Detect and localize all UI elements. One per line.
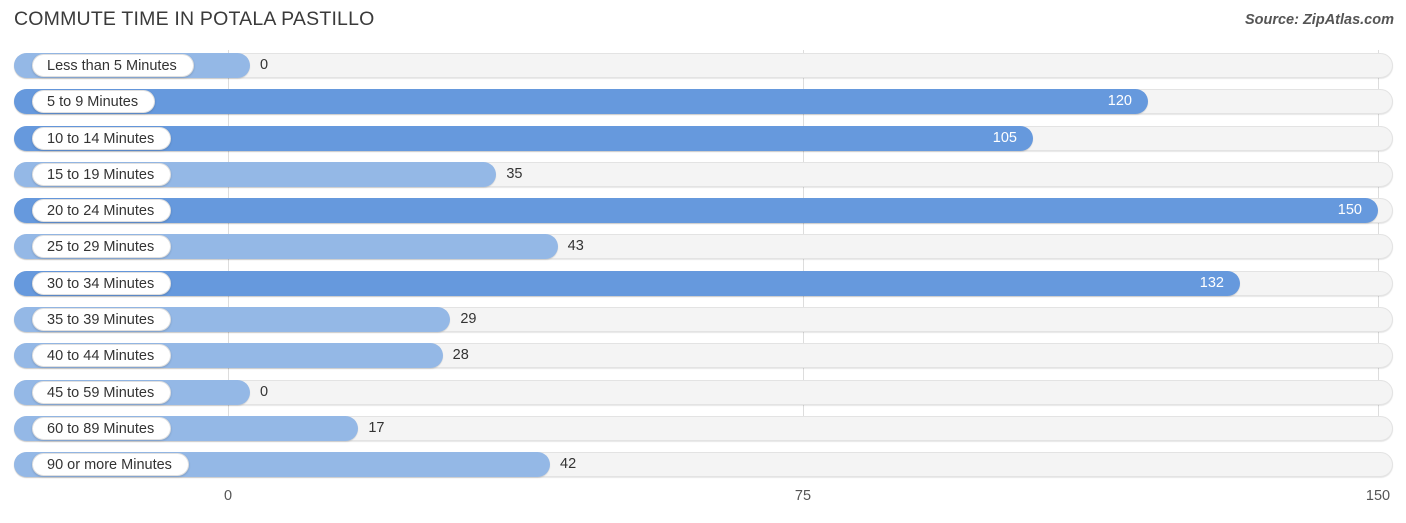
x-axis: 0 75 150: [0, 488, 1406, 518]
bar-value-label: 35: [506, 165, 523, 182]
chart-row: 30 to 34 Minutes 132: [0, 268, 1406, 304]
page-title: COMMUTE TIME IN POTALA PASTILLO: [14, 8, 375, 30]
bar-value-label: 150: [1337, 202, 1362, 219]
chart-row: 5 to 9 Minutes 120: [0, 86, 1406, 122]
bar[interactable]: [14, 198, 1378, 224]
bar-value-label: 132: [1199, 274, 1224, 291]
bar-value-label: 43: [567, 238, 584, 255]
chart-row: 35 to 39 Minutes 29: [0, 304, 1406, 340]
axis-tick-label: 150: [1365, 488, 1391, 504]
chart-row: 25 to 29 Minutes 43: [0, 231, 1406, 267]
bar-category-label: 15 to 19 Minutes: [32, 162, 172, 186]
chart-plot-area: Less than 5 Minutes 0 5 to 9 Minutes 120 10 …: [0, 50, 1406, 488]
bar-category-label: 60 to 89 Minutes: [32, 416, 172, 440]
chart-row: 20 to 24 Minutes 150: [0, 195, 1406, 231]
chart-row: 10 to 14 Minutes 105: [0, 123, 1406, 159]
bar-category-label: Less than 5 Minutes: [32, 54, 194, 77]
bar-category-label: 40 to 44 Minutes: [32, 344, 172, 368]
bar-value-label: 29: [460, 311, 477, 328]
bar-category-label: 35 to 39 Minutes: [32, 308, 172, 332]
chart-row: 90 or more Minutes 42: [0, 449, 1406, 485]
source-attribution: Source: ZipAtlas.com: [1244, 12, 1394, 28]
chart-row: 40 to 44 Minutes 28: [0, 340, 1406, 376]
bar[interactable]: [14, 270, 1240, 296]
bar-category-label: 10 to 14 Minutes: [32, 126, 172, 150]
bar-value-label: 17: [368, 419, 385, 436]
chart-header: COMMUTE TIME IN POTALA PASTILLO Source: …: [0, 0, 1406, 44]
bar-category-label: 90 or more Minutes: [32, 453, 189, 477]
bar-value-label: 0: [260, 57, 269, 73]
chart-row: Less than 5 Minutes 0: [0, 50, 1406, 86]
bar-category-label: 30 to 34 Minutes: [32, 271, 172, 295]
bar-category-label: 5 to 9 Minutes: [32, 90, 156, 114]
chart-row: 60 to 89 Minutes 17: [0, 413, 1406, 449]
bar-category-label: 20 to 24 Minutes: [32, 199, 172, 223]
bar-value-label: 42: [560, 456, 577, 473]
bar-value-label: 120: [1107, 93, 1132, 110]
chart-row: 15 to 19 Minutes 35: [0, 159, 1406, 195]
axis-tick-label: 75: [794, 488, 812, 504]
bar-value-label: 105: [992, 129, 1017, 146]
bar-category-label: 45 to 59 Minutes: [32, 380, 172, 404]
bar-rows: Less than 5 Minutes 0 5 to 9 Minutes 120 10 …: [0, 50, 1406, 486]
axis-tick-label: 0: [223, 488, 233, 504]
bar-category-label: 25 to 29 Minutes: [32, 235, 172, 259]
chart-row: 45 to 59 Minutes 0: [0, 377, 1406, 413]
bar-value-label: 28: [452, 347, 469, 364]
bar[interactable]: [14, 89, 1148, 115]
bar-value-label: 0: [260, 383, 269, 400]
